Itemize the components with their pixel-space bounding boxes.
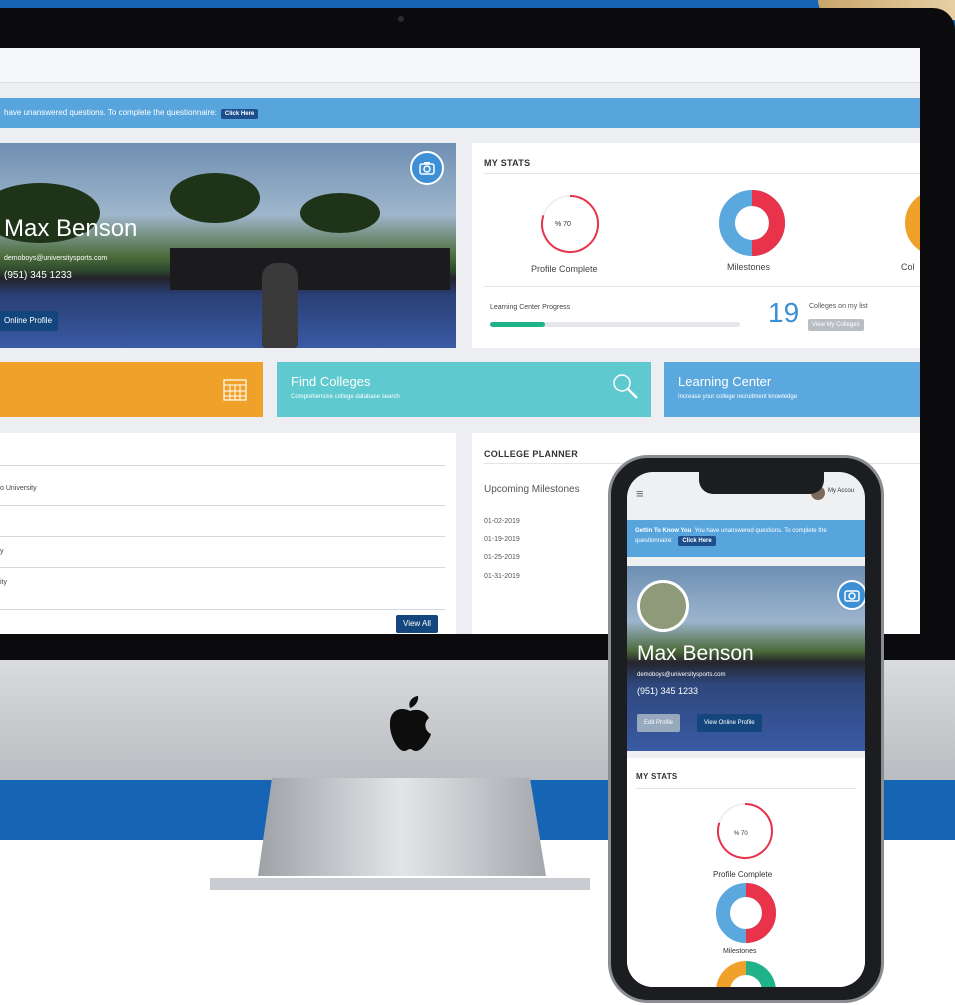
phone-frame: ≡ My Accou Gettin To Know You You have u… bbox=[608, 455, 884, 1003]
milestone-date: 01-19-2019 bbox=[484, 536, 520, 543]
monitor-stand bbox=[210, 778, 590, 890]
milestones-label: Milestones bbox=[727, 262, 771, 272]
profile-hero: Max Benson demoboys@universitysports.com… bbox=[0, 143, 456, 348]
top-navbar bbox=[0, 48, 920, 83]
upcoming-milestones-label: Upcoming Milestones bbox=[484, 484, 580, 495]
profile-name: Max Benson bbox=[4, 215, 138, 242]
calendar-icon bbox=[223, 379, 247, 401]
divider bbox=[0, 609, 445, 610]
college-list-card: o University y ity View All bbox=[0, 433, 456, 634]
divider bbox=[636, 788, 856, 789]
stats-title: MY STATS bbox=[484, 158, 531, 168]
milestones-donut bbox=[716, 883, 776, 943]
tree-shape bbox=[300, 193, 380, 233]
calendar-tile[interactable] bbox=[0, 362, 263, 417]
camera-icon[interactable] bbox=[410, 151, 444, 185]
profile-complete-value: % 70 bbox=[555, 221, 571, 228]
account-menu-label[interactable]: My Accou bbox=[828, 488, 854, 494]
profile-email: demoboys@universitysports.com bbox=[4, 255, 108, 262]
my-stats-card: MY STATS % 70 Profile Complete Milestone… bbox=[472, 143, 920, 348]
learning-center-label: Learning Center Progress bbox=[490, 304, 571, 311]
divider bbox=[0, 567, 445, 568]
planner-title: COLLEGE PLANNER bbox=[484, 449, 579, 459]
colleges-count-label: Colleges on my list bbox=[809, 303, 868, 310]
alert-heading: Gettin To Know You bbox=[635, 528, 692, 534]
divider bbox=[0, 465, 445, 466]
camera-icon[interactable] bbox=[837, 580, 865, 610]
list-item[interactable]: ity bbox=[0, 579, 7, 586]
edit-profile-button[interactable]: Edit Profile bbox=[637, 714, 681, 732]
questionnaire-alert: Gettin To Know You You have unanswered q… bbox=[627, 520, 865, 557]
profile-email: demoboys@universitysports.com bbox=[637, 672, 726, 678]
stats-title: MY STATS bbox=[636, 772, 678, 781]
milestones-donut bbox=[719, 190, 785, 256]
find-colleges-tile[interactable]: Find Colleges Comprehensive college data… bbox=[277, 362, 651, 417]
milestone-date: 01-31-2019 bbox=[484, 573, 520, 580]
view-online-profile-button[interactable]: View Online Profile bbox=[697, 714, 762, 732]
tree-shape bbox=[170, 173, 260, 223]
webcam bbox=[398, 16, 404, 22]
profile-phone: (951) 345 1233 bbox=[4, 270, 72, 281]
hamburger-menu-icon[interactable]: ≡ bbox=[636, 486, 644, 501]
alert-text: have unanswered questions. To complete t… bbox=[4, 108, 217, 117]
profile-hero: Max Benson demoboys@universitysports.com… bbox=[627, 566, 865, 751]
click-here-button[interactable]: Click Here bbox=[678, 536, 716, 546]
search-icon bbox=[613, 374, 638, 399]
my-stats-card: MY STATS % 70 Profile Complete Milestone… bbox=[627, 758, 865, 987]
divider bbox=[484, 286, 920, 287]
profile-complete-value: % 70 bbox=[734, 831, 748, 837]
colleges-donut bbox=[905, 195, 920, 251]
player-figure bbox=[262, 263, 298, 348]
phone-screen: ≡ My Accou Gettin To Know You You have u… bbox=[627, 472, 865, 987]
profile-complete-label: Profile Complete bbox=[531, 264, 598, 274]
phone-notch bbox=[699, 472, 824, 494]
click-here-button[interactable]: Click Here bbox=[220, 109, 259, 119]
divider bbox=[484, 173, 920, 174]
apple-logo-icon bbox=[389, 696, 431, 751]
learning-progress-fill bbox=[490, 322, 545, 327]
learning-center-subtitle: Increase your college recruitment knowle… bbox=[678, 394, 798, 400]
learning-center-tile[interactable]: Learning Center Increase your college re… bbox=[664, 362, 920, 417]
find-colleges-subtitle: Comprehensive college database search bbox=[291, 394, 400, 400]
learning-center-title: Learning Center bbox=[678, 374, 772, 389]
view-all-button[interactable]: View All bbox=[396, 615, 438, 633]
profile-name: Max Benson bbox=[637, 642, 754, 665]
view-colleges-button[interactable]: View My Colleges bbox=[808, 319, 864, 331]
profile-phone: (951) 345 1233 bbox=[637, 686, 699, 696]
milestone-date: 01-25-2019 bbox=[484, 554, 520, 561]
divider bbox=[0, 505, 445, 506]
colleges-label: Col bbox=[901, 262, 915, 272]
colleges-count: 19 bbox=[768, 297, 800, 328]
profile-complete-label: Profile Complete bbox=[713, 870, 773, 879]
profile-avatar bbox=[637, 580, 689, 632]
list-item[interactable]: o University bbox=[0, 485, 37, 492]
list-item[interactable]: y bbox=[0, 548, 4, 555]
court-banner bbox=[170, 248, 450, 290]
online-profile-button[interactable]: Online Profile bbox=[0, 311, 59, 331]
find-colleges-title: Find Colleges bbox=[291, 374, 371, 389]
milestones-label: Milestones bbox=[723, 948, 757, 955]
milestone-date: 01-02-2019 bbox=[484, 518, 520, 525]
colleges-donut bbox=[716, 961, 776, 987]
divider bbox=[0, 536, 445, 537]
questionnaire-alert: have unanswered questions. To complete t… bbox=[0, 98, 920, 128]
